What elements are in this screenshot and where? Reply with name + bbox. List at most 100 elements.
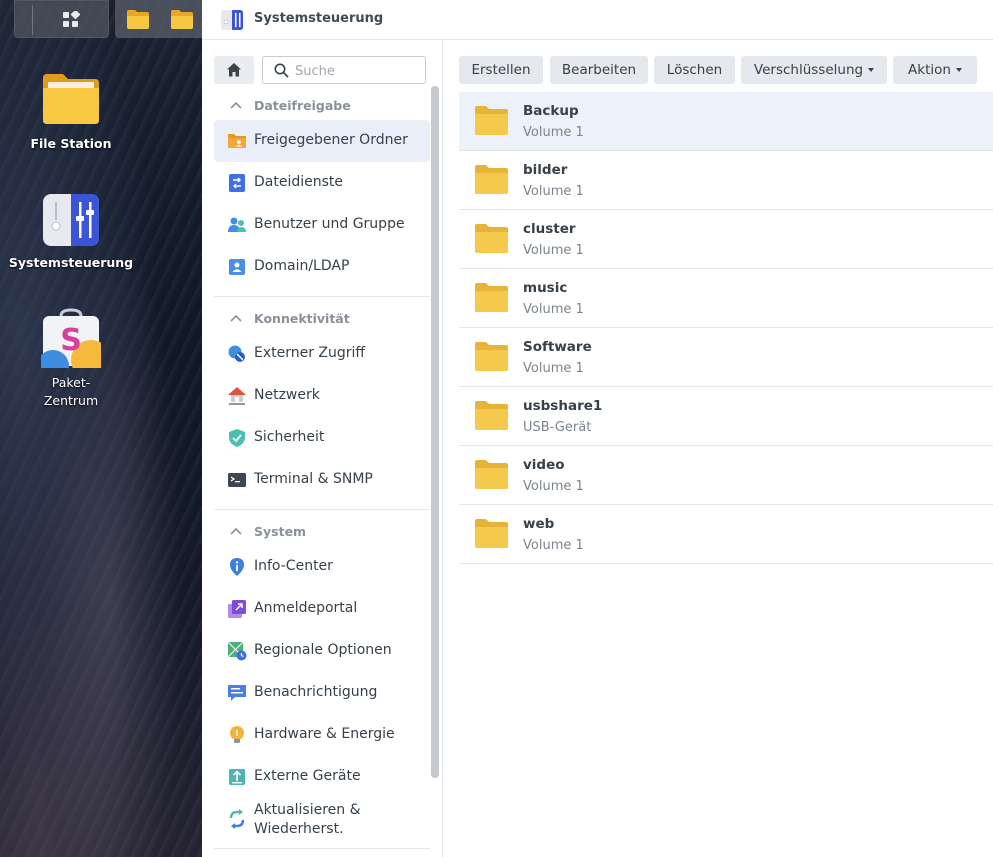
taskbar-separator <box>32 5 33 35</box>
sidebar-item-aktualisieren[interactable]: Aktualisieren & Wiederherst. <box>214 798 430 840</box>
main-content: Erstellen Bearbeiten Löschen Verschlüsse… <box>444 40 993 857</box>
folder-location: Volume 1 <box>523 125 584 140</box>
lightbulb-icon <box>230 726 244 743</box>
sidebar-item-hardware-energie[interactable]: Hardware & Energie <box>214 714 430 756</box>
folder-icon <box>475 460 508 489</box>
action-dropdown[interactable]: Aktion <box>893 56 977 84</box>
update-restore-icon <box>229 809 245 829</box>
search-input[interactable] <box>295 61 421 81</box>
section-divider <box>214 296 430 297</box>
home-button[interactable] <box>214 56 254 84</box>
desktop-systemsteuerung[interactable]: Systemsteuerung <box>0 190 142 280</box>
create-button[interactable]: Erstellen <box>459 56 543 84</box>
list-item[interactable]: usbshare1 USB-Gerät <box>459 387 993 446</box>
desktop-icon-label: Zentrum <box>43 393 99 408</box>
control-panel-icon <box>43 194 99 246</box>
control-panel-window: Systemsteuerung Dateifreigabe <box>202 0 993 857</box>
file-services-icon <box>229 174 245 192</box>
delete-button[interactable]: Löschen <box>654 56 735 84</box>
folder-icon <box>475 165 508 194</box>
folder-name: video <box>523 457 565 473</box>
folder-icon <box>475 519 508 548</box>
folder-name: music <box>523 280 568 296</box>
folder-icon <box>475 224 508 253</box>
shield-icon <box>229 429 245 447</box>
window-titlebar[interactable]: Systemsteuerung <box>202 0 993 40</box>
taskbar-folder-icon[interactable] <box>170 8 194 30</box>
search-box[interactable] <box>262 56 426 84</box>
network-house-icon <box>228 387 246 405</box>
folder-location: Volume 1 <box>523 361 584 376</box>
desktop-icon-label: File Station <box>30 136 112 151</box>
edit-button[interactable]: Bearbeiten <box>550 56 648 84</box>
sidebar-item-terminal-snmp[interactable]: Terminal & SNMP <box>214 459 430 501</box>
folder-icon <box>475 106 508 135</box>
notification-icon <box>228 685 246 701</box>
chevron-up-icon <box>230 314 242 322</box>
home-icon <box>227 63 241 77</box>
list-item[interactable]: cluster Volume 1 <box>459 210 993 269</box>
sidebar-item-netzwerk[interactable]: Netzwerk <box>214 375 430 417</box>
package-center-icon: S <box>41 308 101 368</box>
sidebar-item-domain-ldap[interactable]: Domain/LDAP <box>214 246 430 288</box>
terminal-icon <box>228 473 246 487</box>
list-item[interactable]: video Volume 1 <box>459 446 993 505</box>
main-menu-icon[interactable] <box>62 11 80 29</box>
list-item[interactable]: web Volume 1 <box>459 505 993 564</box>
login-portal-icon <box>228 600 246 618</box>
external-access-icon <box>228 345 245 362</box>
desktop-paket-zentrum[interactable]: S Paket- Zentrum <box>0 308 142 418</box>
sidebar-item-dateidienste[interactable]: Dateidienste <box>214 162 430 204</box>
control-panel-icon <box>221 10 243 30</box>
search-icon <box>274 63 289 78</box>
list-item[interactable]: Software Volume 1 <box>459 328 993 387</box>
desktop-icon-label: Paket- <box>51 375 91 390</box>
folder-name: bilder <box>523 162 568 178</box>
desktop-icon-label: Systemsteuerung <box>8 255 134 270</box>
folder-name: web <box>523 516 555 532</box>
sidebar-item-externe-geraete[interactable]: Externe Geräte <box>214 756 430 798</box>
desktop-file-station[interactable]: File Station <box>0 68 142 158</box>
list-item[interactable]: Backup Volume 1 <box>459 92 993 151</box>
section-divider <box>214 509 430 510</box>
sidebar-item-benutzer-und-gruppe[interactable]: Benutzer und Gruppe <box>214 204 430 246</box>
info-icon <box>230 558 244 576</box>
caret-down-icon <box>868 68 875 72</box>
external-devices-icon <box>229 769 245 785</box>
sidebar-scrollbar[interactable] <box>431 86 439 778</box>
taskbar-main-menu[interactable] <box>14 0 109 38</box>
folder-name: Backup <box>523 103 579 119</box>
folder-name: cluster <box>523 221 576 237</box>
encryption-dropdown[interactable]: Verschlüsselung <box>741 56 887 84</box>
sidebar-item-freigegebener-ordner[interactable]: Freigegebener Ordner <box>214 120 430 162</box>
sidebar-item-externer-zugriff[interactable]: Externer Zugriff <box>214 333 430 375</box>
sidebar-item-info-center[interactable]: Info-Center <box>214 546 430 588</box>
sidebar-item-sicherheit[interactable]: Sicherheit <box>214 417 430 459</box>
list-item[interactable]: bilder Volume 1 <box>459 151 993 210</box>
shared-folder-icon <box>228 134 246 148</box>
folder-icon <box>475 342 508 371</box>
action-label: Aktion <box>908 62 951 78</box>
folder-location: Volume 1 <box>523 302 584 317</box>
folder-icon <box>475 401 508 430</box>
window-title: Systemsteuerung <box>254 11 384 26</box>
domain-icon <box>229 259 245 275</box>
sidebar: Dateifreigabe Freigegebener Ordner Datei… <box>202 40 443 857</box>
folder-icon <box>475 283 508 312</box>
folder-name: Software <box>523 339 592 355</box>
caret-down-icon <box>955 68 962 72</box>
taskbar-file-station-icon[interactable] <box>126 8 150 30</box>
section-divider <box>214 848 430 849</box>
folder-name: usbshare1 <box>523 398 603 414</box>
folder-location: Volume 1 <box>523 538 584 553</box>
svg-text:S: S <box>60 323 82 358</box>
users-icon <box>228 217 246 232</box>
sidebar-item-benachrichtigung[interactable]: Benachrichtigung <box>214 672 430 714</box>
folder-location: USB-Gerät <box>523 420 592 435</box>
sidebar-item-anmeldeportal[interactable]: Anmeldeportal <box>214 588 430 630</box>
folder-location: Volume 1 <box>523 479 584 494</box>
list-item[interactable]: music Volume 1 <box>459 269 993 328</box>
sidebar-item-regionale-optionen[interactable]: Regionale Optionen <box>214 630 430 672</box>
chevron-up-icon <box>230 101 242 109</box>
desktop: File Station Systemsteuerung S Paket- Ze… <box>0 0 202 857</box>
